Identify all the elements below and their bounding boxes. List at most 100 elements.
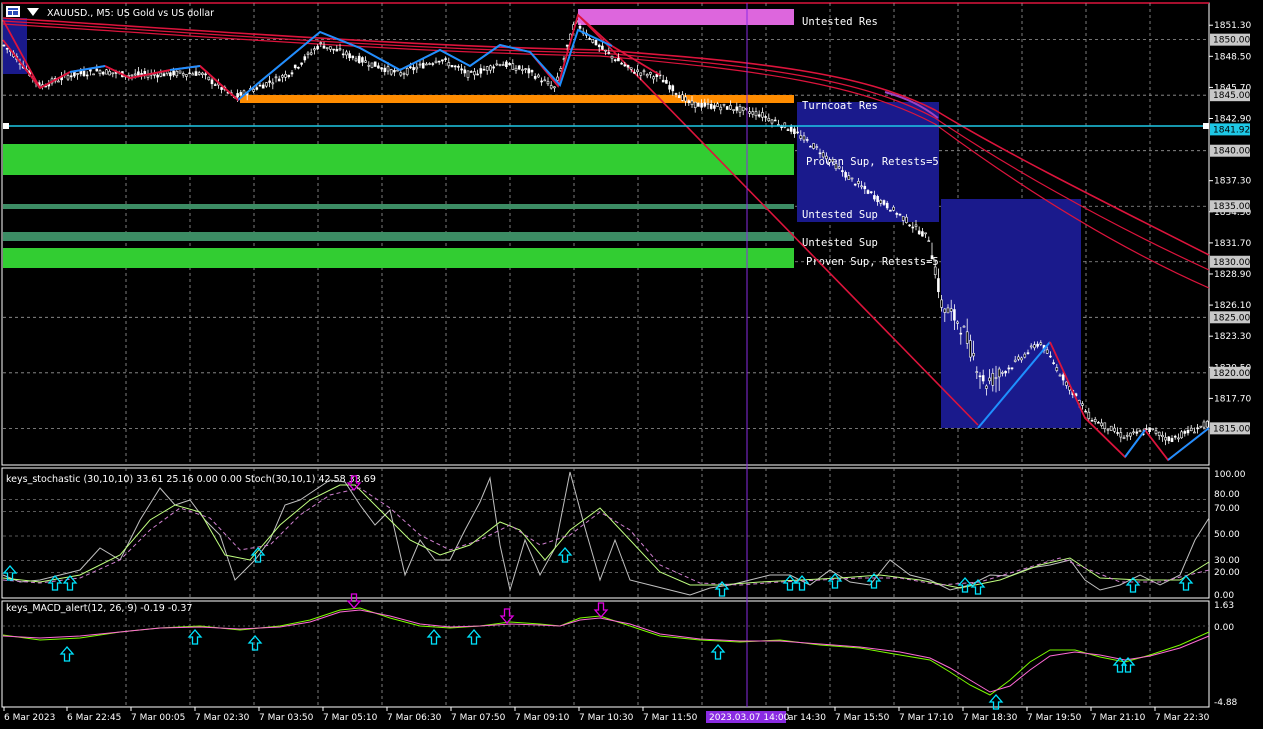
candle-body (578, 25, 582, 29)
candle-body (716, 103, 719, 107)
candle-body (895, 212, 899, 215)
candle-body (799, 135, 803, 139)
candle-body (527, 68, 531, 74)
candle-body (466, 70, 470, 78)
chart-menu-icon[interactable] (6, 6, 20, 17)
candle-body (921, 231, 924, 237)
candle-body (1164, 437, 1167, 441)
candle-body (1125, 434, 1129, 437)
price-axis-label: 1848.50 (1214, 52, 1251, 62)
candle-body (495, 63, 499, 66)
candle-body (629, 67, 633, 70)
candle-body (812, 143, 815, 149)
candle-body (1049, 355, 1052, 358)
candle-body (274, 76, 278, 79)
candle-body (463, 69, 467, 74)
stochastic-pane[interactable] (1, 467, 1210, 599)
crosshair-time-label: 2023.03.07 14:00 (709, 713, 790, 723)
candle-body (690, 100, 694, 106)
candle-body (693, 101, 697, 108)
candle-body (79, 70, 83, 75)
price-level-badge-label: 1815.00 (1213, 424, 1250, 434)
candle-body (95, 68, 99, 72)
time-axis-label: 7 Mar 06:30 (387, 713, 442, 723)
candle-body (1193, 431, 1196, 434)
candle-body (338, 48, 342, 51)
candle-body (594, 39, 598, 46)
time-axis-label: 6 Mar 2023 (4, 713, 55, 723)
candle-body (130, 74, 134, 77)
candle-body (914, 224, 918, 227)
candle-body (453, 65, 457, 68)
candle-body (1122, 437, 1126, 440)
candle-body (543, 79, 547, 82)
candle-body (901, 215, 905, 221)
candle-body (178, 70, 182, 74)
candle-body (930, 255, 934, 260)
zone-label-untested-sup-2: Untested Sup (802, 237, 878, 249)
candle-body (885, 202, 889, 209)
time-axis-label: 7 Mar 03:50 (259, 713, 314, 723)
candle-body (821, 152, 825, 158)
candle-body (1045, 349, 1049, 354)
time-axis-label: 7 Mar 15:50 (835, 713, 890, 723)
price-axis-label: 1817.70 (1214, 394, 1251, 404)
zone-proven-sup-2 (3, 248, 794, 268)
candle-body (687, 100, 691, 104)
candle-body (620, 62, 623, 65)
candle-body (1129, 432, 1132, 437)
candle-body (1132, 431, 1135, 434)
candle-body (1036, 343, 1039, 347)
chart-canvas[interactable]: Untested Res Turncoat Res Proven Sup, Re… (0, 0, 1263, 729)
candle-body (140, 73, 143, 76)
macd-pane[interactable] (1, 600, 1210, 708)
price-level-badge-label: 1850.00 (1213, 36, 1250, 46)
zone-label-turncoat-res: Turncoat Res (802, 100, 878, 112)
candle-body (389, 69, 393, 75)
candle-body (1097, 421, 1100, 424)
time-axis-label: ar 14:30 (788, 713, 826, 723)
candle-body (137, 71, 140, 76)
candle-body (732, 109, 735, 111)
candle-body (809, 145, 812, 148)
candle-body (498, 64, 502, 66)
candle-body (319, 42, 323, 44)
candle-body (729, 105, 732, 110)
candle-body (642, 70, 646, 73)
time-axis-label: 7 Mar 09:10 (515, 713, 570, 723)
candle-body (1065, 381, 1068, 386)
candle-body (959, 332, 963, 335)
candle-body (969, 340, 972, 358)
candle-body (191, 73, 195, 76)
candle-body (421, 62, 425, 69)
stoch-axis-label: 100.00 (1214, 470, 1246, 480)
price-line-handle-left[interactable] (3, 123, 9, 129)
candle-body (645, 74, 649, 77)
candle-body (1157, 431, 1161, 437)
candle-body (1106, 428, 1110, 431)
candle-body (236, 93, 239, 98)
candle-body (111, 72, 115, 75)
candle-body (754, 111, 758, 117)
candle-body (373, 61, 377, 67)
candle-body (252, 89, 255, 92)
candle-body (409, 66, 412, 69)
candle-body (831, 159, 835, 163)
candle-body (674, 93, 678, 95)
candle-body (681, 94, 684, 101)
price-axis-label: 1826.10 (1214, 301, 1251, 311)
price-line-handle-right[interactable] (1203, 123, 1209, 129)
zone-label-untested-res: Untested Res (802, 16, 878, 28)
candle-body (1183, 431, 1187, 434)
price-level-badge-label: 1830.00 (1213, 258, 1250, 268)
candle-body (1061, 374, 1065, 381)
candle-body (793, 128, 796, 135)
candle-body (473, 71, 476, 76)
candle-body (997, 368, 1001, 378)
candle-body (796, 131, 799, 134)
candle-body (188, 72, 191, 75)
candle-body (617, 58, 620, 62)
candle-body (565, 44, 569, 47)
stoch-axis-label: 20.00 (1214, 568, 1240, 578)
candle-body (258, 84, 262, 87)
